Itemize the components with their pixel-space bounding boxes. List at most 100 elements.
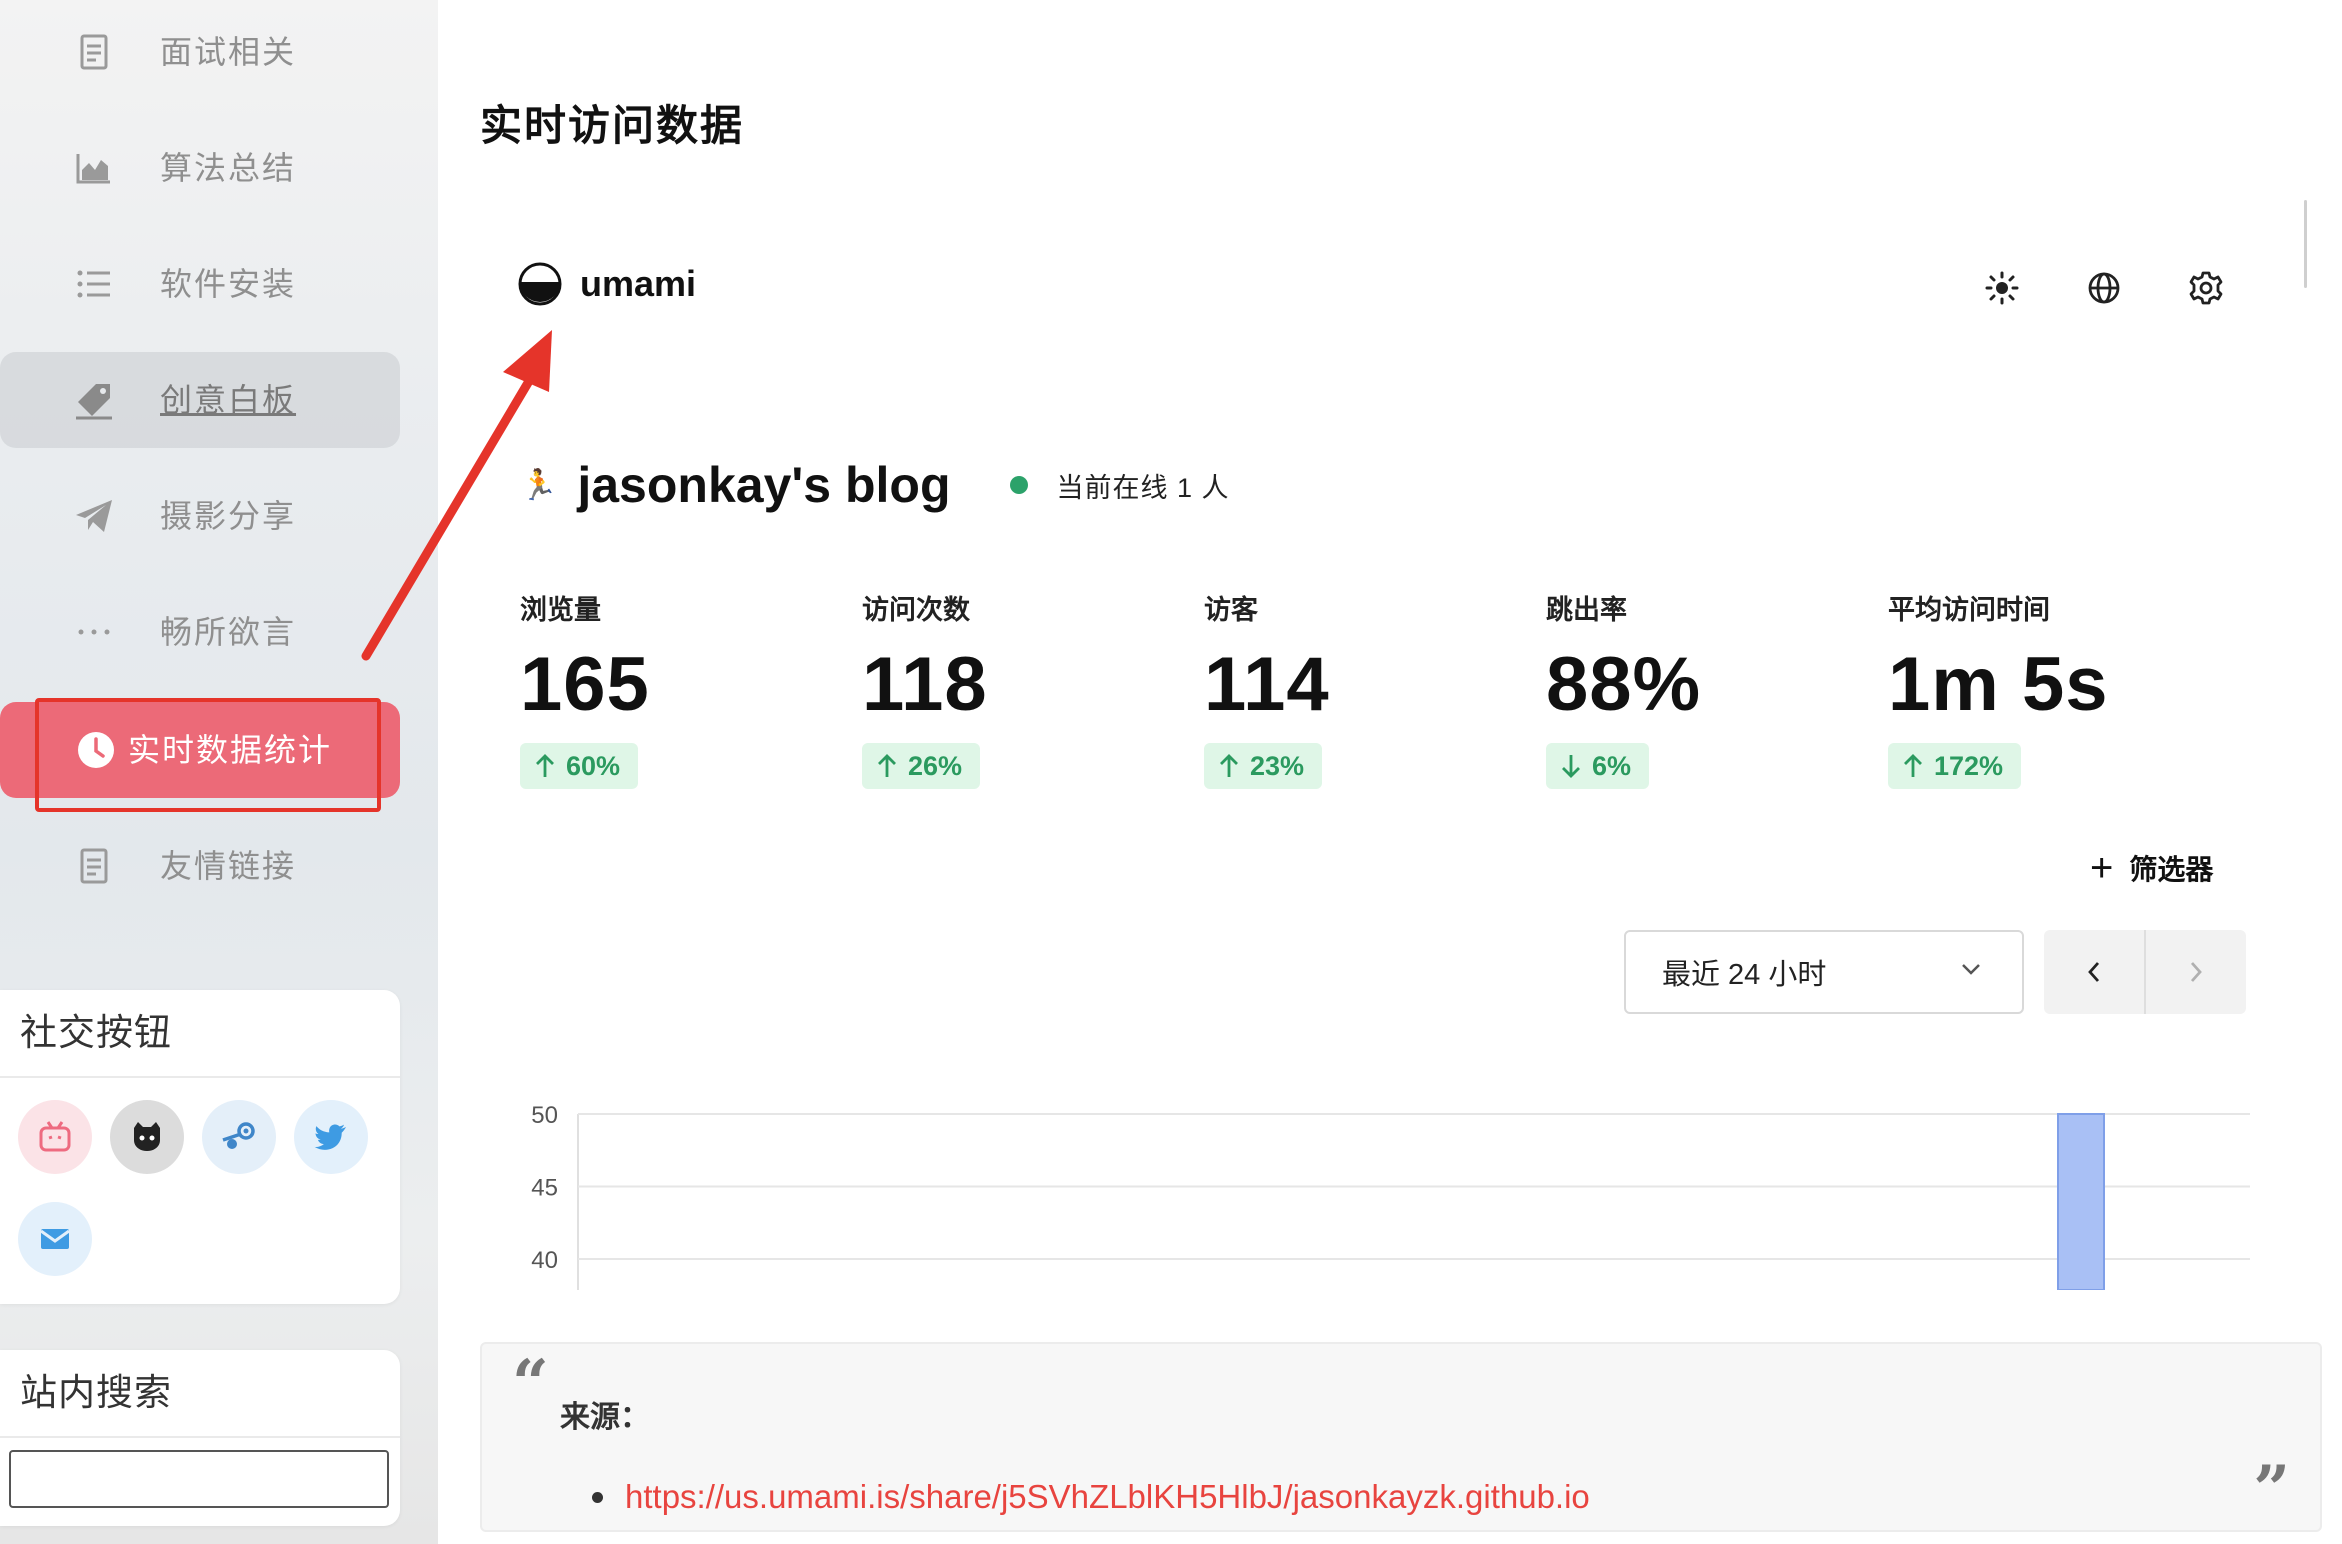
sidebar-item-label: 畅所欲言 <box>160 614 297 650</box>
online-status-dot <box>1010 476 1029 494</box>
stat-label: 平均访问时间 <box>1888 595 2050 625</box>
site-favicon: 🏃 <box>520 468 558 502</box>
date-range-select[interactable]: 最近 24 小时 <box>1624 930 2024 1014</box>
stat-visitors: 访客 114 23% <box>1204 588 1504 789</box>
brand-name: umami <box>580 263 697 304</box>
search-input[interactable] <box>9 1450 389 1508</box>
sidebar-item-label: 摄影分享 <box>160 498 297 534</box>
stat-value: 88% <box>1546 642 1702 727</box>
sidebar-item-label: 友情链接 <box>160 848 297 884</box>
filter-label: 筛选器 <box>2129 854 2214 885</box>
sidebar-item-algorithm[interactable]: 算法总结 <box>0 120 400 216</box>
github-icon[interactable] <box>110 1100 184 1174</box>
source-label: 来源： <box>560 1401 650 1434</box>
search-card: 站内搜索 <box>0 1350 400 1526</box>
date-range-value: 最近 24 小时 <box>1662 959 1827 991</box>
stat-change-badge: 23% <box>1204 743 1323 789</box>
stat-visits: 访问次数 118 26% <box>862 588 1162 789</box>
date-nav-group <box>2044 930 2246 1014</box>
arrow-up-icon <box>1220 754 1238 777</box>
source-blockquote: “ 来源： https://us.umami.is/share/j5SVhZLb… <box>480 1342 2322 1532</box>
stat-change-value: 172% <box>1934 750 2004 781</box>
stat-label: 访客 <box>1204 595 1258 625</box>
y-tick-label: 40 <box>531 1247 558 1274</box>
y-tick-label: 50 <box>531 1102 558 1129</box>
stat-bounce-rate: 跳出率 88% 6% <box>1546 588 1846 789</box>
stat-label: 访问次数 <box>862 595 970 625</box>
stat-label: 浏览量 <box>520 595 601 625</box>
arrow-up-icon <box>1904 754 1922 777</box>
stat-avg-visit-time: 平均访问时间 1m 5s 172% <box>1888 588 2188 789</box>
more-dots-icon <box>74 612 114 652</box>
add-filter-button[interactable]: + 筛选器 <box>2090 848 2213 888</box>
document-icon <box>74 32 114 72</box>
previous-period-button[interactable] <box>2044 930 2144 1014</box>
sidebar: 面试相关 算法总结 软件安装 创意白板 摄影分享 畅所欲言 实时数据统计 友情链… <box>0 0 438 1544</box>
sidebar-item-label: 创意白板 <box>160 382 297 418</box>
mail-icon[interactable] <box>18 1202 92 1276</box>
sidebar-item-interview[interactable]: 面试相关 <box>0 4 400 100</box>
annotation-highlight-box <box>35 698 381 812</box>
sidebar-item-photography[interactable]: 摄影分享 <box>0 468 400 564</box>
sidebar-item-friend-links[interactable]: 友情链接 <box>0 818 400 914</box>
umami-logo-icon <box>518 262 562 306</box>
stat-pageviews: 浏览量 165 60% <box>520 588 820 789</box>
next-period-button[interactable] <box>2146 930 2246 1014</box>
sidebar-item-discussion[interactable]: 畅所欲言 <box>0 584 400 680</box>
website-header: 🏃 jasonkay's blog 当前在线 1 人 <box>520 456 1230 514</box>
sidebar-item-label: 面试相关 <box>160 34 297 70</box>
stat-change-value: 60% <box>566 750 621 781</box>
chevron-left-icon <box>2088 962 2100 982</box>
umami-brand[interactable]: umami <box>518 262 696 306</box>
chevron-down-icon <box>1962 964 1980 975</box>
stat-change-value: 6% <box>1592 750 1632 781</box>
list-item: https://us.umami.is/share/j5SVhZLblKH5Hl… <box>592 1478 1590 1516</box>
bullet <box>592 1491 603 1503</box>
pageviews-chart: 50 45 40 <box>531 1102 2250 1290</box>
sidebar-item-software[interactable]: 软件安装 <box>0 236 400 332</box>
document-icon <box>74 846 114 886</box>
sidebar-item-label: 算法总结 <box>160 150 297 186</box>
stat-change-badge: 6% <box>1546 743 1650 789</box>
paper-plane-icon <box>74 496 114 536</box>
stat-value: 1m 5s <box>1888 642 2109 727</box>
arrow-up-icon <box>536 754 554 777</box>
open-quote-icon: “ <box>512 1346 549 1421</box>
close-quote-icon: ” <box>2253 1452 2290 1527</box>
language-globe-icon[interactable] <box>2086 270 2122 306</box>
bilibili-icon[interactable] <box>18 1100 92 1174</box>
stat-change-badge: 60% <box>520 743 639 789</box>
scrollbar[interactable] <box>2304 200 2307 288</box>
search-card-title: 站内搜索 <box>0 1350 400 1438</box>
chart-bar[interactable] <box>2057 1113 2105 1290</box>
tag-icon <box>74 380 114 420</box>
sidebar-item-label: 软件安装 <box>160 266 297 302</box>
stat-label: 跳出率 <box>1546 595 1627 625</box>
source-link[interactable]: https://us.umami.is/share/j5SVhZLblKH5Hl… <box>625 1478 1590 1516</box>
sidebar-item-whiteboard[interactable]: 创意白板 <box>0 352 400 448</box>
social-card: 社交按钮 <box>0 990 400 1304</box>
settings-gear-icon[interactable] <box>2188 270 2224 306</box>
page-title: 实时访问数据 <box>480 102 745 149</box>
theme-sun-icon[interactable] <box>1984 270 2020 306</box>
social-card-title: 社交按钮 <box>0 990 400 1078</box>
main-content: 实时访问数据 umami 🏃 jasonkay's blog 当前在线 1 人 … <box>438 0 2342 1544</box>
arrow-up-icon <box>878 754 896 777</box>
steam-icon[interactable] <box>202 1100 276 1174</box>
twitter-icon[interactable] <box>294 1100 368 1174</box>
stat-value: 118 <box>862 642 988 727</box>
y-tick-label: 45 <box>531 1175 558 1202</box>
stat-change-badge: 26% <box>862 743 981 789</box>
stat-change-value: 26% <box>908 750 963 781</box>
website-name: jasonkay's blog <box>577 457 951 513</box>
chevron-right-icon <box>2190 962 2202 982</box>
list-icon <box>74 264 114 304</box>
stat-value: 114 <box>1204 642 1330 727</box>
stat-change-badge: 172% <box>1888 743 2022 789</box>
plus-icon: + <box>2090 846 2114 890</box>
arrow-down-icon <box>1562 755 1580 778</box>
stat-change-value: 23% <box>1250 750 1305 781</box>
online-count: 当前在线 1 人 <box>1056 472 1230 503</box>
stat-value: 165 <box>520 642 650 727</box>
chart-area-icon <box>74 148 114 188</box>
